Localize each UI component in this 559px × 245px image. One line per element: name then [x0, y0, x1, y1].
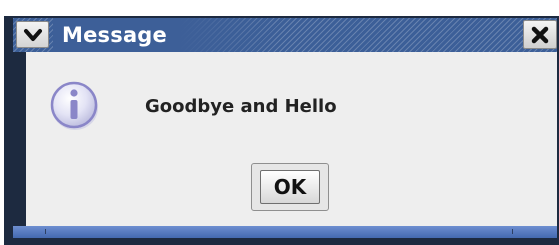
- ok-button[interactable]: OK: [260, 170, 320, 204]
- close-button[interactable]: [523, 20, 557, 49]
- window-title: Message: [62, 23, 167, 47]
- close-icon: [531, 26, 549, 43]
- window-menu-button[interactable]: [16, 21, 49, 48]
- info-icon: [50, 81, 98, 130]
- bottom-border-mark: [45, 229, 513, 234]
- dialog-message: Goodbye and Hello: [145, 96, 337, 117]
- screen: Message Goodbye and Hello OK: [0, 0, 559, 245]
- chevron-down-icon: [23, 28, 42, 41]
